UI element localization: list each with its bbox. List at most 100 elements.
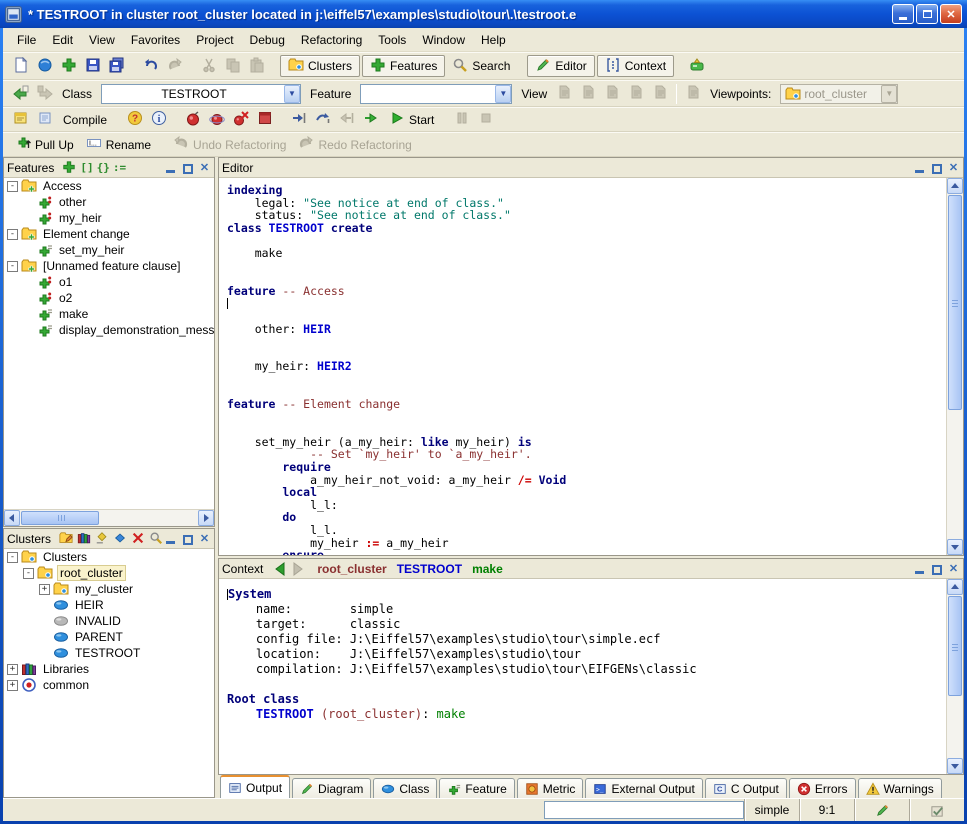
undo-button[interactable] bbox=[139, 55, 163, 77]
tab-c-output[interactable]: CC Output bbox=[705, 778, 787, 798]
editor-minimize-icon[interactable] bbox=[913, 162, 926, 174]
hscroll-thumb[interactable] bbox=[21, 511, 99, 525]
scroll-up-icon[interactable] bbox=[947, 178, 963, 194]
chevron-down-icon[interactable]: ▼ bbox=[284, 85, 300, 103]
feature-item-set-my-heir[interactable]: set_my_heir bbox=[4, 242, 214, 258]
cluster-item-clusters[interactable]: -Clusters bbox=[4, 549, 214, 565]
tab-warnings[interactable]: Warnings bbox=[858, 778, 942, 798]
minimize-button[interactable] bbox=[892, 4, 914, 24]
cluster-item-testroot[interactable]: TESTROOT bbox=[4, 645, 214, 661]
vscroll-thumb[interactable] bbox=[948, 195, 962, 410]
editor-tool-button[interactable]: Editor bbox=[527, 55, 594, 77]
cluster-item-common[interactable]: +common bbox=[4, 677, 214, 693]
clusters-minimize-icon[interactable] bbox=[164, 533, 177, 545]
features-feature-clause-brackets-button[interactable]: [] bbox=[80, 161, 93, 174]
pull-up-button[interactable]: Pull Up bbox=[9, 134, 80, 156]
cluster-item-heir[interactable]: HEIR bbox=[4, 597, 214, 613]
breadcrumb-root_cluster[interactable]: root_cluster bbox=[317, 562, 386, 576]
close-button[interactable]: ✕ bbox=[940, 4, 962, 24]
collapse-icon[interactable]: - bbox=[23, 568, 34, 579]
tab-feature[interactable]: Feature bbox=[439, 778, 514, 798]
menu-file[interactable]: File bbox=[9, 30, 44, 50]
features-hscrollbar[interactable] bbox=[4, 509, 214, 526]
save-button[interactable] bbox=[81, 55, 105, 77]
collapse-icon[interactable]: - bbox=[7, 181, 18, 192]
vscroll-thumb[interactable] bbox=[948, 596, 962, 696]
scroll-up-icon[interactable] bbox=[947, 579, 963, 595]
breadcrumb-make[interactable]: make bbox=[472, 562, 503, 576]
features-tree[interactable]: -Accessothermy_heir-Element changeset_my… bbox=[4, 178, 214, 509]
tab-metric[interactable]: Metric bbox=[517, 778, 584, 798]
step-into-button[interactable] bbox=[287, 109, 311, 131]
context-output-area[interactable]: System name: simple target: classic conf… bbox=[219, 579, 946, 774]
breadcrumb-testroot[interactable]: TESTROOT bbox=[397, 562, 462, 576]
editor-maximize-icon[interactable] bbox=[930, 162, 943, 174]
menu-tools[interactable]: Tools bbox=[370, 30, 414, 50]
back-button[interactable] bbox=[9, 83, 33, 105]
run-finalized-button[interactable] bbox=[205, 109, 229, 131]
run-workbench-button[interactable] bbox=[181, 109, 205, 131]
scroll-down-icon[interactable] bbox=[947, 539, 963, 555]
feature-item-make[interactable]: make bbox=[4, 306, 214, 322]
compile-button[interactable]: Compile bbox=[57, 109, 113, 131]
menu-help[interactable]: Help bbox=[473, 30, 514, 50]
feature-item-element-change[interactable]: -Element change bbox=[4, 226, 214, 242]
context-close-icon[interactable]: ✕ bbox=[947, 563, 960, 575]
open-file-button[interactable] bbox=[33, 55, 57, 77]
feature-item-o1[interactable]: o1 bbox=[4, 274, 214, 290]
features-feature-assigner-button[interactable]: := bbox=[113, 161, 126, 174]
menu-view[interactable]: View bbox=[81, 30, 123, 50]
feature-item-display-demonstration-messa[interactable]: display_demonstration_messa bbox=[4, 322, 214, 338]
clusters-edit-cluster-button[interactable] bbox=[59, 531, 74, 546]
menu-debug[interactable]: Debug bbox=[242, 30, 293, 50]
editor-vscrollbar[interactable] bbox=[946, 178, 963, 555]
collapse-icon[interactable]: - bbox=[7, 261, 18, 272]
system-window-button[interactable] bbox=[9, 109, 33, 131]
maximize-button[interactable] bbox=[916, 4, 938, 24]
features-tool-button[interactable]: Features bbox=[362, 55, 445, 77]
add-class-button[interactable] bbox=[57, 55, 81, 77]
menu-edit[interactable]: Edit bbox=[44, 30, 81, 50]
context-minimize-icon[interactable] bbox=[913, 563, 926, 575]
features-close-icon[interactable]: ✕ bbox=[198, 162, 211, 174]
context-maximize-icon[interactable] bbox=[930, 563, 943, 575]
cluster-item-libraries[interactable]: +Libraries bbox=[4, 661, 214, 677]
features-new-feature-button[interactable] bbox=[62, 160, 77, 175]
clusters-close-icon[interactable]: ✕ bbox=[198, 533, 211, 545]
scroll-right-icon[interactable] bbox=[198, 510, 214, 526]
new-document-button[interactable] bbox=[9, 55, 33, 77]
cluster-item-parent[interactable]: PARENT bbox=[4, 629, 214, 645]
run-console-button[interactable] bbox=[253, 109, 277, 131]
features-maximize-icon[interactable] bbox=[181, 162, 194, 174]
clusters-libraries-button[interactable] bbox=[77, 531, 92, 546]
context-vscrollbar[interactable] bbox=[946, 579, 963, 774]
chevron-down-icon[interactable]: ▼ bbox=[495, 85, 511, 103]
scroll-down-icon[interactable] bbox=[947, 758, 963, 774]
system-information-button[interactable]: i bbox=[147, 109, 171, 131]
feature-item--unnamed-feature-clause-[interactable]: -[Unnamed feature clause] bbox=[4, 258, 214, 274]
terminate-c-compilation-button[interactable] bbox=[229, 109, 253, 131]
feature-item-my-heir[interactable]: my_heir bbox=[4, 210, 214, 226]
clusters-show-search-button[interactable] bbox=[149, 531, 164, 546]
status-input[interactable] bbox=[544, 801, 744, 819]
external-commands-button[interactable] bbox=[685, 55, 709, 77]
features-feature-clause-braces-button[interactable]: {} bbox=[97, 161, 110, 174]
clusters-tree[interactable]: -Clusters-root_cluster+my_clusterHEIRINV… bbox=[4, 549, 214, 797]
run-ignore-breakpoints-button[interactable] bbox=[359, 109, 383, 131]
collapse-icon[interactable]: - bbox=[7, 229, 18, 240]
tab-output[interactable]: Output bbox=[220, 775, 290, 798]
editor-code-area[interactable]: indexing legal: "See notice at end of cl… bbox=[219, 178, 946, 555]
tab-errors[interactable]: Errors bbox=[789, 778, 856, 798]
menu-favorites[interactable]: Favorites bbox=[123, 30, 188, 50]
menu-refactoring[interactable]: Refactoring bbox=[293, 30, 370, 50]
start-debug-button[interactable]: Start bbox=[383, 109, 440, 131]
tab-diagram[interactable]: Diagram bbox=[292, 778, 371, 798]
step-over-button[interactable] bbox=[311, 109, 335, 131]
clusters-tool-button[interactable]: Clusters bbox=[280, 55, 360, 77]
tab-external-output[interactable]: >_External Output bbox=[585, 778, 702, 798]
clusters-remove-item-button[interactable] bbox=[131, 531, 146, 546]
collapse-icon[interactable]: - bbox=[7, 552, 18, 563]
expand-icon[interactable]: + bbox=[39, 584, 50, 595]
clusters-maximize-icon[interactable] bbox=[181, 533, 194, 545]
class-combo[interactable]: TESTROOT▼ bbox=[101, 84, 301, 104]
